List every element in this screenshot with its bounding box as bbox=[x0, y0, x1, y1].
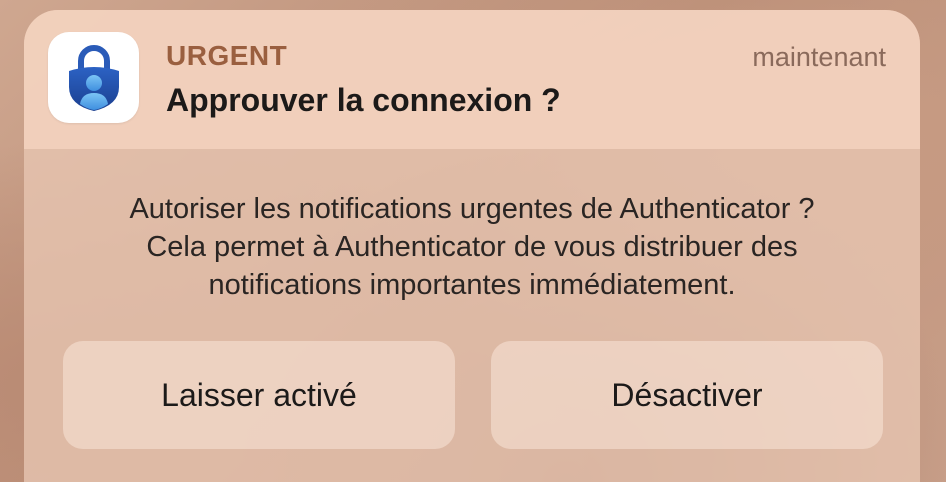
notification-timestamp: maintenant bbox=[752, 42, 886, 72]
notification-title: Approuver la connexion ? bbox=[166, 82, 561, 118]
urgent-notification-card[interactable]: URGENT maintenant Approuver la connexion… bbox=[24, 10, 920, 482]
body-line: Autoriser les notifications urgentes de … bbox=[129, 193, 815, 225]
notification-category: URGENT bbox=[166, 40, 288, 71]
body-line: notifications importantes immédiatement. bbox=[208, 269, 736, 301]
body-line: Cela permet à Authenticator de vous dist… bbox=[146, 231, 798, 263]
disable-button[interactable]: Désactiver bbox=[491, 341, 883, 449]
notification-header: URGENT maintenant Approuver la connexion… bbox=[24, 10, 920, 149]
keep-enabled-button[interactable]: Laisser activé bbox=[63, 341, 455, 449]
lock-person-icon bbox=[69, 45, 119, 111]
notification-body: Autoriser les notifications urgentes de … bbox=[44, 190, 900, 304]
authenticator-app-icon bbox=[48, 32, 139, 123]
